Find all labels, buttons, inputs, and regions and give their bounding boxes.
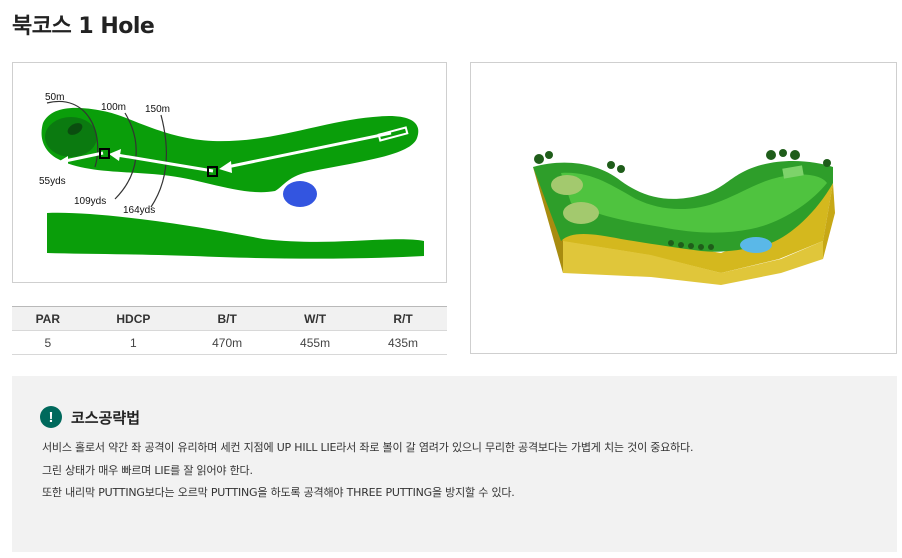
water-hazard: [283, 181, 317, 207]
value-red-tee: 435m: [359, 330, 447, 355]
exclamation-icon: !: [40, 406, 62, 428]
hole-3d-view: [470, 62, 897, 354]
value-white-tee: 455m: [271, 330, 360, 355]
distance-label-100m: 100m: [101, 102, 126, 113]
distance-label-109yds: 109yds: [74, 196, 106, 207]
strategy-line: 서비스 홀로서 약간 좌 공격이 유리하며 세컨 지점에 UP HILL LIE…: [42, 441, 694, 454]
strategy-header: ! 코스공략법: [40, 406, 140, 428]
strategy-line: 그린 상태가 매우 빠르며 LIE를 잘 읽어야 한다.: [42, 463, 253, 477]
header-hdcp: HDCP: [83, 306, 184, 331]
pond: [740, 237, 772, 253]
hole-3d-illustration: [533, 149, 835, 285]
scorecard-header-row: PAR HDCP B/T W/T R/T: [12, 306, 447, 331]
hole-map-diagram: 50m 100m 150m 55yds 109yds 164yds: [39, 92, 424, 259]
value-hdcp: 1: [83, 330, 184, 355]
scorecard-table: PAR HDCP B/T W/T R/T 5 1 470m 455m 435m: [12, 306, 447, 355]
distance-label-150m: 150m: [145, 104, 170, 115]
strategy-title: 코스공략법: [71, 408, 141, 427]
distance-label-55yds: 55yds: [39, 176, 66, 187]
green: [45, 117, 97, 157]
header-white-tee: W/T: [271, 306, 360, 331]
distance-label-50m: 50m: [45, 92, 64, 103]
header-back-tee: B/T: [183, 306, 272, 331]
rough-strip: [47, 212, 424, 259]
header-red-tee: R/T: [359, 306, 447, 331]
value-par: 5: [12, 330, 84, 355]
strategy-line: 또한 내리막 PUTTING보다는 오르막 PUTTING을 하도록 공격해야 …: [42, 486, 515, 499]
header-par: PAR: [12, 306, 84, 331]
strategy-text: 서비스 홀로서 약간 좌 공격이 유리하며 세컨 지점에 UP HILL LIE…: [42, 440, 693, 508]
value-back-tee: 470m: [183, 330, 272, 355]
hole-map: 50m 100m 150m 55yds 109yds 164yds: [12, 62, 447, 283]
green-lower: [563, 202, 599, 224]
distance-label-164yds: 164yds: [123, 205, 155, 216]
green-upper: [551, 175, 583, 195]
scorecard-value-row: 5 1 470m 455m 435m: [12, 330, 447, 355]
page-title: 북코스 1 Hole: [12, 14, 155, 39]
strategy-panel: ! 코스공략법 서비스 홀로서 약간 좌 공격이 유리하며 세컨 지점에 UP …: [12, 376, 897, 552]
